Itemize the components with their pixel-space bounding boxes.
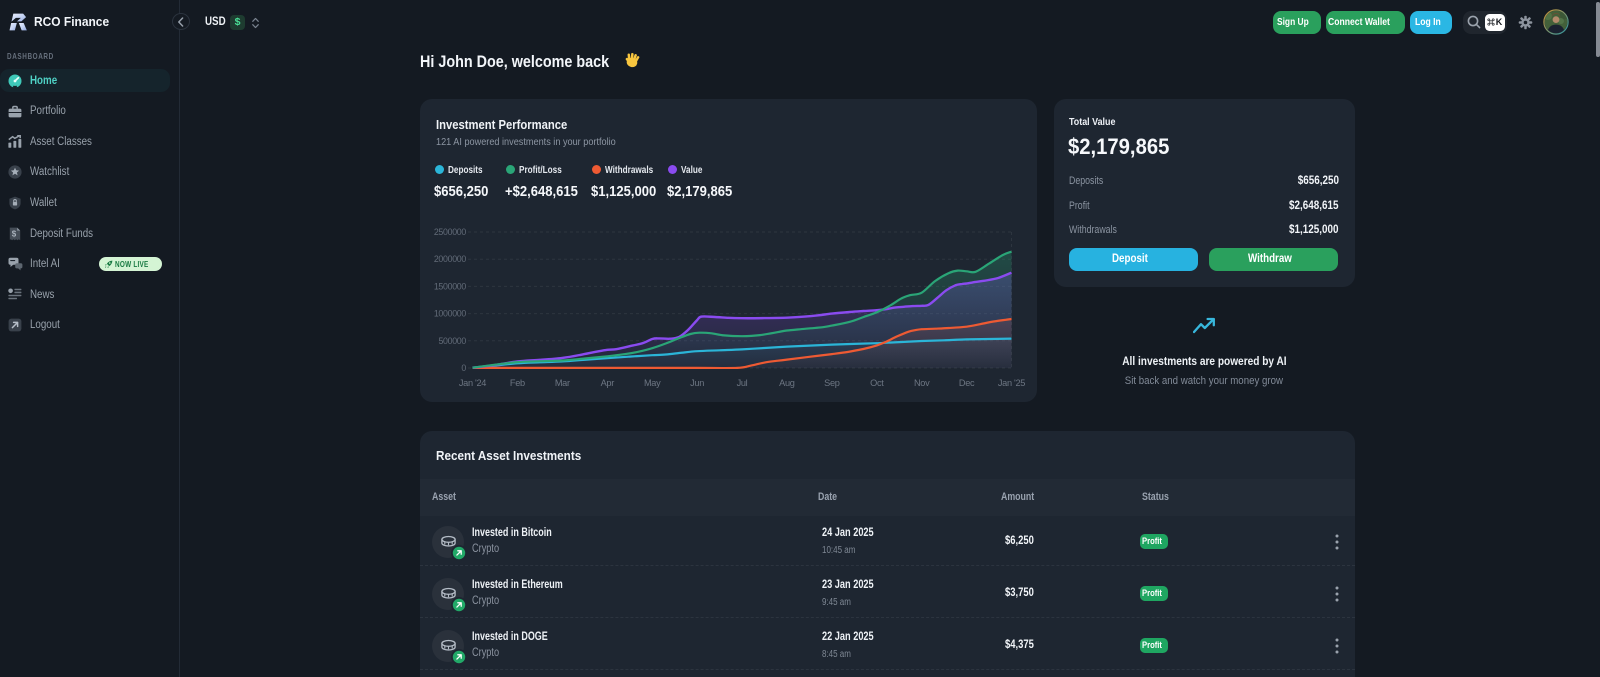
svg-text:0: 0 xyxy=(461,363,466,373)
svg-text:Sep: Sep xyxy=(824,378,840,388)
svg-text:Mar: Mar xyxy=(555,378,570,388)
svg-text:Feb: Feb xyxy=(510,378,525,388)
svg-text:Nov: Nov xyxy=(914,378,930,388)
svg-text:2500000: 2500000 xyxy=(434,227,467,237)
svg-text:Jan '25: Jan '25 xyxy=(998,378,1025,388)
svg-text:1000000: 1000000 xyxy=(434,309,467,319)
svg-text:1500000: 1500000 xyxy=(434,281,467,291)
svg-text:Jun: Jun xyxy=(690,378,704,388)
svg-text:Oct: Oct xyxy=(870,378,884,388)
svg-text:Jan '24: Jan '24 xyxy=(459,378,486,388)
svg-text:$: $ xyxy=(12,229,17,238)
svg-text:Aug: Aug xyxy=(779,378,795,388)
svg-text:500000: 500000 xyxy=(438,336,466,346)
svg-text:May: May xyxy=(644,378,661,388)
svg-text:2000000: 2000000 xyxy=(434,254,467,264)
svg-text:Jul: Jul xyxy=(737,378,748,388)
svg-text:Dec: Dec xyxy=(959,378,975,388)
svg-text:Apr: Apr xyxy=(601,378,615,388)
